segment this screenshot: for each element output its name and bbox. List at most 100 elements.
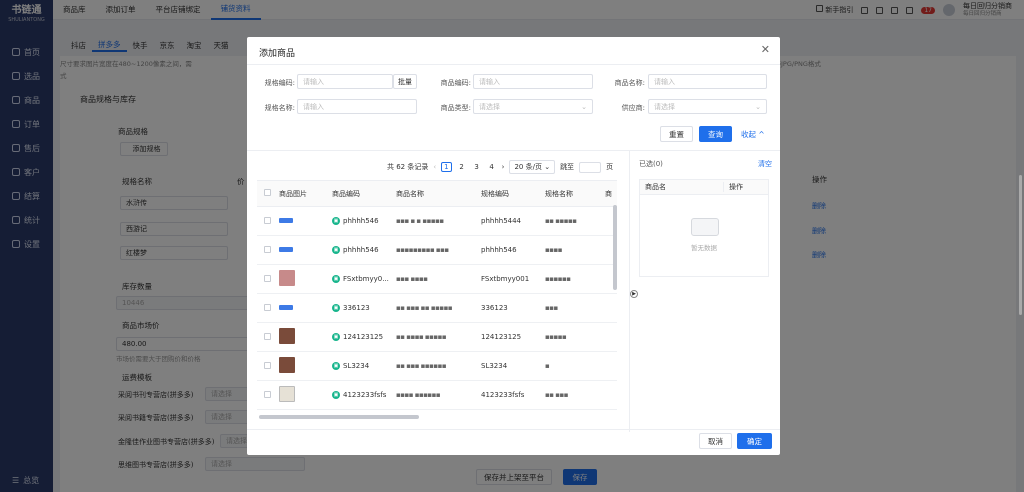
next-page-icon[interactable]: ›	[502, 163, 505, 171]
col-product-name: 商品名称	[396, 189, 424, 198]
close-icon[interactable]: ✕	[761, 43, 770, 56]
product-thumbnail	[279, 357, 295, 373]
row-checkbox[interactable]	[264, 361, 271, 369]
row-checkbox[interactable]	[264, 303, 271, 311]
page-4[interactable]: 4	[487, 163, 497, 171]
batch-button[interactable]: 批量	[393, 74, 417, 89]
table-vertical-scrollbar[interactable]	[613, 205, 617, 290]
product-name: ▪▪ ▪▪▪ ▪▪ ▪▪▪▪▪	[396, 304, 453, 312]
product-name: ▪▪▪ ▪ ▪ ▪▪▪▪▪	[396, 217, 444, 225]
empty-box-icon	[691, 218, 719, 236]
product-code: phhhh546	[343, 217, 379, 225]
row-checkbox[interactable]	[264, 274, 271, 282]
product-code-icon: ▣	[332, 391, 340, 399]
table-row[interactable]: ▣ SL3234 ▪▪ ▪▪▪ ▪▪▪▪▪▪ SL3234 ▪	[257, 352, 617, 381]
table-row[interactable]: ▣ FSxtbmyy0... ▪▪▪ ▪▪▪▪ FSxtbmyy001 ▪▪▪▪▪▪	[257, 265, 617, 294]
row-checkbox[interactable]	[264, 332, 271, 340]
modal-title: 添加商品	[259, 49, 296, 59]
table-row[interactable]: ▣ 4123233fsfs ▪▪▪▪ ▪▪▪▪▪▪ 4123233fsfs ▪▪ ▪▪▪	[257, 381, 617, 410]
table-row[interactable]: ▣ 124123125 ▪▪ ▪▪▪▪ ▪▪▪▪▪ 124123125 ▪▪▪▪▪	[257, 323, 617, 352]
table-header: 商品图片 商品编码 商品名称 规格编码 规格名称 商	[257, 181, 617, 207]
pagination-total: 共 62 条记录	[387, 163, 429, 171]
product-code-label: 商品编码:	[440, 79, 471, 87]
table-horizontal-scrollbar[interactable]	[259, 415, 419, 419]
modal-header-divider	[247, 64, 780, 65]
spec-code: phhhh546	[481, 246, 517, 254]
jump-label: 跳至	[560, 163, 575, 171]
product-code-icon: ▣	[332, 275, 340, 283]
spec-name: ▪	[545, 362, 550, 370]
page-size-select[interactable]: 20 条/页 ⌄	[509, 160, 556, 174]
product-code: 4123233fsfs	[343, 391, 387, 399]
spec-name: ▪▪ ▪▪▪▪▪	[545, 217, 577, 225]
product-code-icon: ▣	[332, 246, 340, 254]
clear-selection-link[interactable]: 清空	[758, 159, 772, 169]
confirm-button[interactable]: 确定	[737, 433, 772, 449]
spec-name: ▪▪▪▪▪▪	[545, 275, 571, 283]
selected-count: 已选(0)	[639, 160, 663, 168]
pagination: 共 62 条记录 ‹ 1 2 3 4 › 20 条/页 ⌄ 跳至 页	[387, 160, 613, 174]
table-row[interactable]: ▣ phhhh546 ▪▪▪▪▪▪▪▪▪ ▪▪▪ phhhh546 ▪▪▪▪	[257, 236, 617, 265]
row-checkbox[interactable]	[264, 216, 271, 224]
product-name: ▪▪▪▪ ▪▪▪▪▪▪	[396, 391, 441, 399]
spec-name: ▪▪▪	[545, 304, 558, 312]
spec-code: phhhh5444	[481, 217, 522, 225]
search-button[interactable]: 查询	[699, 126, 732, 142]
page-2[interactable]: 2	[457, 163, 467, 171]
page-3[interactable]: 3	[472, 163, 482, 171]
supplier-select[interactable]: 请选择 ⌄	[648, 99, 767, 114]
selected-table: 商品名 操作 暂无数据	[639, 179, 769, 277]
product-code-icon: ▣	[332, 362, 340, 370]
col-selected-name: 商品名	[640, 182, 724, 192]
spec-code: 4123233fsfs	[481, 391, 525, 399]
spec-name-label: 规格名称:	[264, 104, 295, 112]
chevron-up-icon: ^	[758, 130, 765, 139]
spec-code: 124123125	[481, 333, 522, 341]
product-table: 商品图片 商品编码 商品名称 规格编码 规格名称 商 ▣ phhhh546 ▪▪▪ …	[257, 180, 617, 418]
product-name: ▪▪▪ ▪▪▪▪	[396, 275, 428, 283]
table-row[interactable]: ▣ phhhh546 ▪▪▪ ▪ ▪ ▪▪▪▪▪ phhhh5444 ▪▪ ▪▪▪▪▪	[257, 207, 617, 236]
col-spec-name: 规格名称	[545, 189, 573, 198]
prev-page-icon[interactable]: ‹	[433, 163, 436, 171]
page-suffix: 页	[606, 163, 614, 171]
product-code-icon: ▣	[332, 333, 340, 341]
product-thumbnail	[279, 247, 293, 252]
chevron-down-icon: ⌄	[544, 163, 551, 171]
product-thumbnail	[279, 328, 295, 344]
modal-footer-divider	[247, 429, 780, 430]
reset-button[interactable]: 重置	[660, 126, 693, 142]
product-code: 336123	[343, 304, 370, 312]
row-checkbox[interactable]	[264, 390, 271, 398]
collapse-panel-icon[interactable]: ▶	[630, 290, 638, 298]
spec-name: ▪▪ ▪▪▪	[545, 391, 568, 399]
filter-divider	[247, 150, 780, 151]
select-all-checkbox[interactable]	[264, 189, 271, 196]
product-thumbnail	[279, 270, 295, 286]
col-spec-code: 规格编码	[481, 189, 509, 198]
spec-code-input[interactable]: 请输入	[297, 74, 393, 89]
add-product-modal: 添加商品 ✕ 规格编码: 请输入 批量 商品编码: 请输入 商品名称: 请输入 …	[247, 37, 780, 455]
spec-name: ▪▪▪▪	[545, 246, 562, 254]
jump-page-input[interactable]	[579, 161, 602, 173]
spec-code: 336123	[481, 304, 508, 312]
table-body: ▣ phhhh546 ▪▪▪ ▪ ▪ ▪▪▪▪▪ phhhh5444 ▪▪ ▪▪▪▪▪ ▣…	[257, 207, 617, 410]
page-1[interactable]: 1	[441, 162, 452, 172]
product-name: ▪▪ ▪▪▪ ▪▪▪▪▪▪	[396, 362, 447, 370]
page-scrollbar[interactable]	[1019, 175, 1022, 315]
product-code-input[interactable]: 请输入	[473, 74, 593, 89]
col-extra: 商	[605, 189, 612, 198]
product-code: FSxtbmyy0...	[343, 275, 389, 283]
product-type-label: 商品类型:	[440, 104, 471, 112]
product-name-input[interactable]: 请输入	[648, 74, 767, 89]
product-type-select[interactable]: 请选择 ⌄	[473, 99, 593, 114]
row-checkbox[interactable]	[264, 245, 271, 253]
chevron-down-icon: ⌄	[755, 103, 761, 111]
supplier-label: 供应商:	[621, 104, 645, 112]
collapse-link[interactable]: 收起 ^	[741, 129, 765, 140]
spec-name-input[interactable]: 请输入	[297, 99, 417, 114]
product-thumbnail	[279, 305, 293, 310]
col-product-code: 商品编码	[332, 189, 360, 198]
table-row[interactable]: ▣ 336123 ▪▪ ▪▪▪ ▪▪ ▪▪▪▪▪ 336123 ▪▪▪	[257, 294, 617, 323]
cancel-button[interactable]: 取消	[699, 433, 732, 449]
col-selected-op: 操作	[729, 183, 743, 191]
